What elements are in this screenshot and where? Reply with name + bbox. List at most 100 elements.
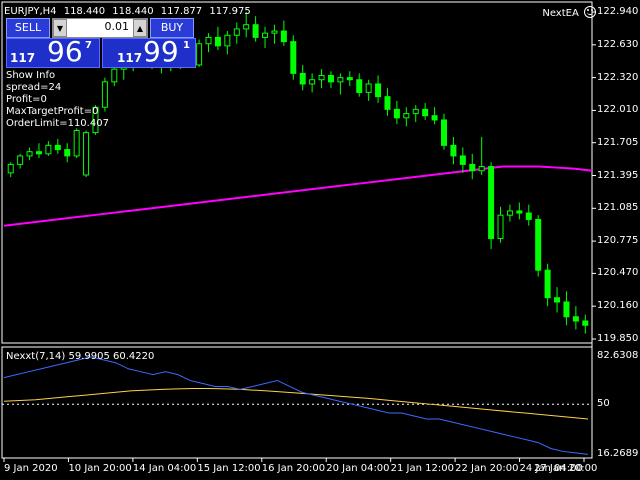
candle: [262, 26, 269, 48]
price-tick-label: 121.705: [597, 136, 639, 148]
sell-button[interactable]: SELL: [6, 18, 50, 38]
candle: [459, 147, 466, 173]
symbol-label: EURJPY,H4: [4, 6, 57, 17]
price-tick-label: 120.775: [597, 235, 639, 247]
candle: [506, 204, 513, 222]
time-tick-label: 27 Jan 20:00: [534, 463, 598, 474]
indicator-tick-label: 16.2689: [597, 448, 639, 459]
indicator-slow-line: [3, 388, 589, 420]
price-tick-label: 120.160: [597, 300, 639, 312]
sell-quote-pips: 96: [47, 38, 83, 68]
ea-indicator[interactable]: NextEA: [542, 6, 596, 19]
low-price: 117.877: [160, 6, 203, 17]
buy-quote[interactable]: 117 99 1: [102, 38, 196, 68]
open-price: 118.440: [63, 6, 106, 17]
info-profit: Profit=0: [6, 94, 47, 105]
candle: [54, 138, 61, 154]
price-tick-label: 122.940: [597, 6, 639, 17]
high-price: 118.440: [112, 6, 154, 17]
lot-size-field[interactable]: ▼ 0.01 ▲: [52, 18, 148, 38]
candle: [582, 314, 589, 334]
indicator-label: Nexxt(7,14) 59.9905 60.4220: [6, 351, 155, 362]
candle: [365, 79, 372, 101]
candle: [563, 291, 570, 326]
one-click-trading-panel: SELL ▼ 0.01 ▲ BUY 117 96 7 117 99 1: [6, 18, 196, 68]
candle: [280, 20, 287, 46]
candle: [450, 136, 457, 165]
candle: [309, 73, 316, 93]
candle: [214, 26, 221, 51]
info-panel: Show Info spread=24 Profit=0 MaxTargetPr…: [6, 70, 109, 130]
candle: [375, 75, 382, 104]
candle: [412, 105, 419, 123]
price-tick-label: 122.320: [597, 71, 639, 83]
candle: [346, 71, 353, 87]
time-tick-label: 9 Jan 2020: [4, 463, 58, 474]
candle: [544, 263, 551, 307]
candle: [497, 206, 504, 243]
price-tick-label: 121.085: [597, 202, 639, 214]
buy-quote-point: 1: [183, 40, 190, 51]
candle: [45, 141, 52, 156]
candle: [26, 147, 33, 161]
candle: [393, 100, 400, 125]
candle: [572, 306, 579, 330]
time-tick-label: 20 Jan 04:00: [326, 463, 390, 474]
candle: [205, 33, 212, 53]
info-spread: spread=24: [6, 82, 62, 93]
ea-name: NextEA: [542, 8, 579, 19]
chart-header: EURJPY,H4 118.440 118.440 117.877 117.97…: [4, 6, 255, 17]
candle: [469, 153, 476, 180]
moving-average-line: [3, 165, 593, 227]
indicator-tick-label: 82.6308: [597, 350, 639, 361]
candle: [441, 113, 447, 150]
lot-value[interactable]: 0.01: [105, 20, 130, 33]
subwindow-frame: [1, 346, 593, 459]
buy-quote-pips: 99: [143, 38, 179, 68]
candle: [525, 204, 532, 226]
sell-quote-point: 7: [85, 40, 92, 51]
candle: [35, 143, 42, 159]
candle: [422, 103, 429, 120]
candle: [554, 287, 561, 313]
lot-increase-icon[interactable]: ▲: [133, 19, 147, 37]
candle: [252, 16, 259, 42]
candle: [299, 64, 306, 91]
candle: [233, 22, 240, 44]
price-tick-label: 122.630: [597, 38, 639, 50]
candle: [478, 136, 485, 175]
info-max-target-profit: MaxTargetProfit=0: [6, 106, 99, 117]
candle: [290, 35, 297, 80]
buy-quote-prefix: 117: [117, 51, 143, 65]
candle: [83, 130, 90, 178]
indicator-fast-line: [3, 356, 589, 455]
time-tick-label: 16 Jan 20:00: [261, 463, 326, 474]
time-tick-label: 22 Jan 20:00: [455, 463, 519, 474]
lot-decrease-icon[interactable]: ▼: [53, 19, 67, 37]
price-tick-label: 120.470: [597, 267, 639, 279]
price-tick-label: 121.395: [597, 169, 639, 181]
time-tick-label: 10 Jan 20:00: [68, 463, 132, 474]
close-price: 117.975: [209, 6, 251, 17]
candle: [356, 73, 363, 97]
info-order-limit: OrderLimit=110.407: [6, 118, 109, 129]
candle: [337, 73, 344, 95]
smiley-icon: [584, 6, 596, 18]
candle: [535, 215, 542, 277]
candle: [431, 107, 438, 125]
sell-quote[interactable]: 117 96 7: [6, 38, 100, 68]
indicator-tick-label: 50: [597, 398, 610, 410]
candle: [17, 153, 24, 169]
candle: [111, 64, 118, 87]
candle: [327, 71, 334, 89]
candle: [196, 39, 203, 68]
buy-button[interactable]: BUY: [150, 18, 194, 38]
time-tick-label: 14 Jan 04:00: [132, 463, 197, 474]
price-tick-label: 122.010: [597, 104, 639, 116]
time-tick-label: 15 Jan 12:00: [197, 463, 261, 474]
candle: [7, 162, 14, 178]
candle: [403, 107, 410, 127]
candle: [224, 31, 231, 55]
info-title: Show Info: [6, 70, 56, 81]
sell-quote-prefix: 117: [10, 51, 36, 65]
